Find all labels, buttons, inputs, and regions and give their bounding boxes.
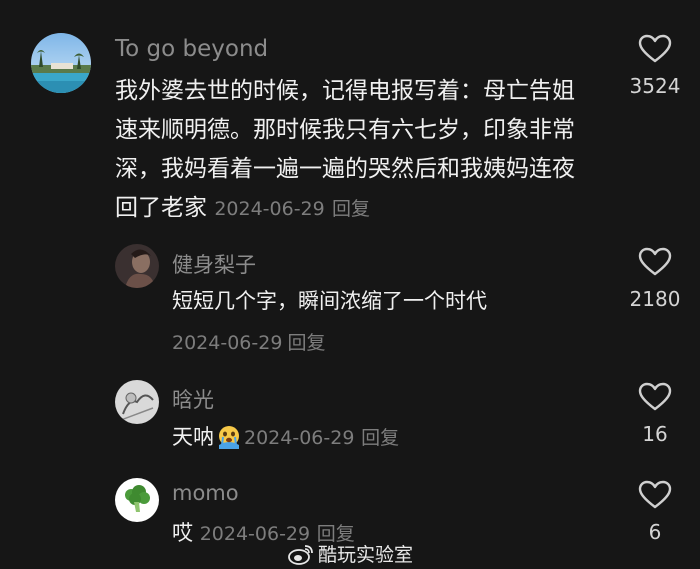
weibo-icon [288, 545, 313, 565]
avatar[interactable] [115, 244, 159, 288]
like-count: 3524 [629, 74, 681, 98]
comment-meta: 2024-06-29 回复 [172, 328, 326, 355]
reply-button[interactable]: 回复 [361, 427, 399, 449]
like-button[interactable]: 3524 [610, 34, 700, 98]
comment-date: 2024-06-29 [214, 198, 325, 220]
sketch-avatar-icon [115, 380, 159, 424]
like-button[interactable]: 6 [610, 480, 700, 544]
avatar[interactable] [115, 478, 159, 522]
watermark-text: 酷玩实验室 [318, 544, 414, 566]
heart-outline-icon[interactable] [638, 382, 672, 412]
like-button[interactable]: 16 [610, 382, 700, 446]
like-count: 2180 [629, 287, 681, 311]
reply-button[interactable]: 回复 [288, 332, 326, 354]
comment-date: 2024-06-29 [172, 332, 283, 354]
reply-button[interactable]: 回复 [332, 198, 370, 220]
avatar[interactable] [115, 380, 159, 424]
like-count: 6 [648, 520, 662, 544]
broccoli-avatar-icon [115, 478, 159, 522]
comment-username[interactable]: 健身梨子 [172, 249, 256, 279]
pool-resort-avatar-icon [31, 33, 91, 93]
crying-face-emoji-icon [219, 426, 239, 449]
comment-body: 天呐 [172, 425, 214, 449]
comment-body: 短短几个字，瞬间浓缩了一个时代 [172, 289, 487, 313]
comment-username[interactable]: To go beyond [115, 36, 268, 62]
person-avatar-icon [115, 244, 159, 288]
like-count: 16 [642, 422, 668, 446]
like-button[interactable]: 2180 [610, 247, 700, 311]
comment-username[interactable]: 晗光 [172, 384, 214, 414]
heart-outline-icon[interactable] [638, 480, 672, 510]
comment-text: 天呐 2024-06-29 回复 [172, 422, 592, 453]
heart-outline-icon[interactable] [638, 247, 672, 277]
comment-username[interactable]: momo [172, 481, 239, 505]
comment-body: 哎 [172, 521, 193, 545]
comment-date: 2024-06-29 [244, 427, 355, 449]
heart-outline-icon[interactable] [638, 34, 672, 64]
watermark: 酷玩实验室 [288, 540, 413, 567]
avatar[interactable] [31, 33, 91, 93]
comment-text: 我外婆去世的时候，记得电报写着：母亡告姐速来顺明德。那时候我只有六七岁，印象非常… [115, 72, 595, 229]
